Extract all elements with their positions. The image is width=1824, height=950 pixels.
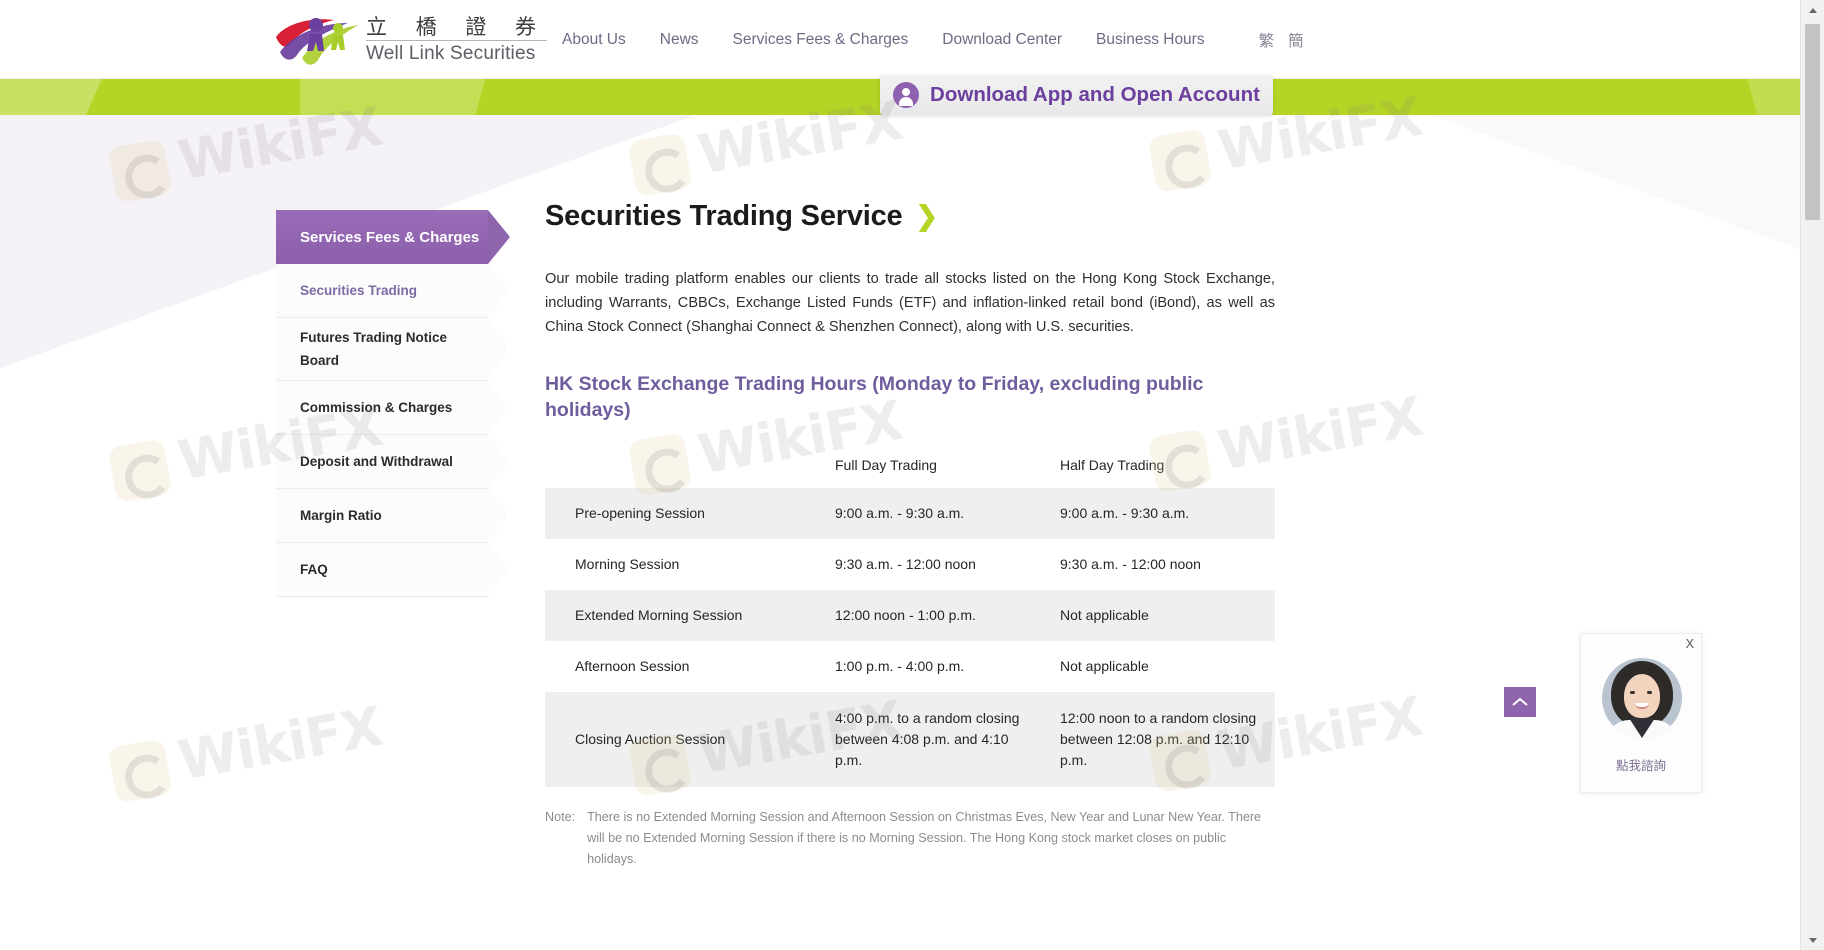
cell-session-name: Afternoon Session (575, 658, 690, 674)
running-figures-logo-icon (276, 18, 358, 65)
language-toggle: 繁 簡 (1245, 29, 1304, 51)
cell-session-name: Closing Auction Session (545, 692, 805, 787)
chat-cta-label[interactable]: 點我諮詢 (1581, 755, 1701, 774)
cell-half-day: 9:00 a.m. - 9:30 a.m. (1030, 488, 1275, 539)
sidebar-item-label: FAQ (300, 562, 328, 577)
sidebar-item-label: Commission & Charges (300, 400, 453, 415)
vertical-scrollbar[interactable] (1800, 0, 1824, 950)
chevron-down-icon (1809, 937, 1817, 943)
column-header-full-day: Full Day Trading (835, 457, 937, 473)
scrollbar-up-button[interactable] (1801, 0, 1824, 20)
sidebar-item-label: Securities Trading (300, 283, 418, 298)
scroll-to-top-button[interactable] (1504, 687, 1536, 717)
lang-traditional-chinese[interactable]: 繁 (1259, 29, 1275, 51)
cell-half-day: 9:30 a.m. - 12:00 noon (1060, 556, 1201, 572)
sidebar-item-label: Deposit and Withdrawal (300, 454, 453, 469)
cell-full-day: 4:00 p.m. to a random closing between 4:… (805, 692, 1030, 787)
cell-full-day: 9:00 a.m. - 9:30 a.m. (805, 488, 1030, 539)
column-header-session (545, 447, 805, 488)
sidebar-item-margin-ratio[interactable]: Margin Ratio (276, 489, 488, 543)
cell-session-name: Morning Session (575, 556, 680, 572)
chat-widget[interactable]: X 點我諮詢 (1580, 633, 1702, 793)
logo-wordmark: 立 橋 證 券 Well Link Securities (366, 14, 548, 66)
chevron-up-icon (1512, 697, 1528, 706)
nav-item-news[interactable]: News (660, 31, 699, 49)
close-icon[interactable]: X (1686, 637, 1694, 651)
sidebar-header-services-fees-charges[interactable]: Services Fees & Charges (276, 210, 510, 264)
table-row: Afternoon Session 1:00 p.m. - 4:00 p.m. … (545, 641, 1275, 692)
page-root: 立 橋 證 券 Well Link Securities About Us Ne… (0, 0, 1824, 950)
cell-session-name: Pre-opening Session (545, 488, 805, 539)
scrollbar-thumb[interactable] (1805, 24, 1820, 220)
download-app-label: Download App and Open Account (930, 83, 1260, 106)
nav-item-business-hours[interactable]: Business Hours (1096, 31, 1205, 49)
nav-item-about-us[interactable]: About Us (562, 31, 626, 49)
chevron-up-icon (1809, 7, 1817, 13)
table-row: Extended Morning Session 12:00 noon - 1:… (545, 590, 1275, 641)
sidebar-item-label: Margin Ratio (300, 508, 382, 523)
user-avatar-icon (893, 82, 920, 108)
avatar-eye-right (1647, 691, 1652, 694)
page-title: Securities Trading Service ❯ (545, 200, 1275, 233)
column-header-half-day: Half Day Trading (1060, 457, 1165, 473)
nav-item-download-center[interactable]: Download Center (942, 31, 1062, 49)
main-navigation: About Us News Services Fees & Charges Do… (562, 0, 1304, 79)
cell-half-day: 12:00 noon to a random closing between 1… (1030, 692, 1275, 787)
sidebar-item-deposit-and-withdrawal[interactable]: Deposit and Withdrawal (276, 435, 488, 489)
table-row: Pre-opening Session 9:00 a.m. - 9:30 a.m… (545, 488, 1275, 539)
cell-full-day: 9:30 a.m. - 12:00 noon (835, 556, 976, 572)
main-content: Securities Trading Service ❯ Our mobile … (545, 200, 1275, 870)
avatar (1602, 658, 1682, 738)
site-logo[interactable]: 立 橋 證 券 Well Link Securities (272, 10, 548, 70)
site-header: 立 橋 證 券 Well Link Securities About Us Ne… (0, 0, 1800, 79)
cell-full-day: 1:00 p.m. - 4:00 p.m. (835, 658, 965, 674)
scrollbar-down-button[interactable] (1801, 930, 1824, 950)
chevron-right-icon: ❯ (915, 201, 938, 231)
sidebar-item-securities-trading[interactable]: Securities Trading (276, 264, 488, 318)
cell-half-day: Not applicable (1060, 658, 1149, 674)
logo-english-name: Well Link Securities (366, 42, 536, 64)
sidebar-item-futures-trading-notice-board[interactable]: Futures Trading Notice Board (276, 318, 488, 381)
lang-simplified-chinese[interactable]: 簡 (1288, 29, 1304, 51)
page-title-text: Securities Trading Service (545, 200, 903, 232)
avatar-eye-left (1630, 691, 1635, 694)
table-footnote: Note: There is no Extended Morning Sessi… (545, 807, 1275, 870)
table-row: Closing Auction Session 4:00 p.m. to a r… (545, 692, 1275, 787)
avatar-face (1624, 674, 1660, 718)
sidebar-item-commission-charges[interactable]: Commission & Charges (276, 381, 488, 435)
download-app-open-account-button[interactable]: Download App and Open Account (880, 75, 1273, 115)
cell-session-name: Extended Morning Session (545, 590, 805, 641)
sidebar-item-label: Futures Trading Notice Board (300, 330, 448, 368)
intro-paragraph: Our mobile trading platform enables our … (545, 271, 1275, 335)
section-subheading: HK Stock Exchange Trading Hours (Monday … (545, 373, 1204, 421)
nav-item-services-fees-charges[interactable]: Services Fees & Charges (733, 31, 909, 49)
sidebar-item-faq[interactable]: FAQ (276, 543, 488, 597)
cell-half-day: Not applicable (1030, 590, 1275, 641)
table-row: Morning Session 9:30 a.m. - 12:00 noon 9… (545, 539, 1275, 590)
footnote-label: Note: (545, 810, 576, 824)
trading-hours-table: Full Day Trading Half Day Trading Pre-op… (545, 447, 1275, 787)
section-sidebar: Services Fees & Charges Securities Tradi… (276, 210, 510, 597)
cell-full-day: 12:00 noon - 1:00 p.m. (805, 590, 1030, 641)
footnote-text: There is no Extended Morning Session and… (587, 810, 1262, 866)
sidebar-header-label: Services Fees & Charges (300, 228, 480, 246)
logo-chinese-name: 立 橋 證 券 (366, 14, 548, 41)
table-header-row: Full Day Trading Half Day Trading (545, 447, 1275, 488)
